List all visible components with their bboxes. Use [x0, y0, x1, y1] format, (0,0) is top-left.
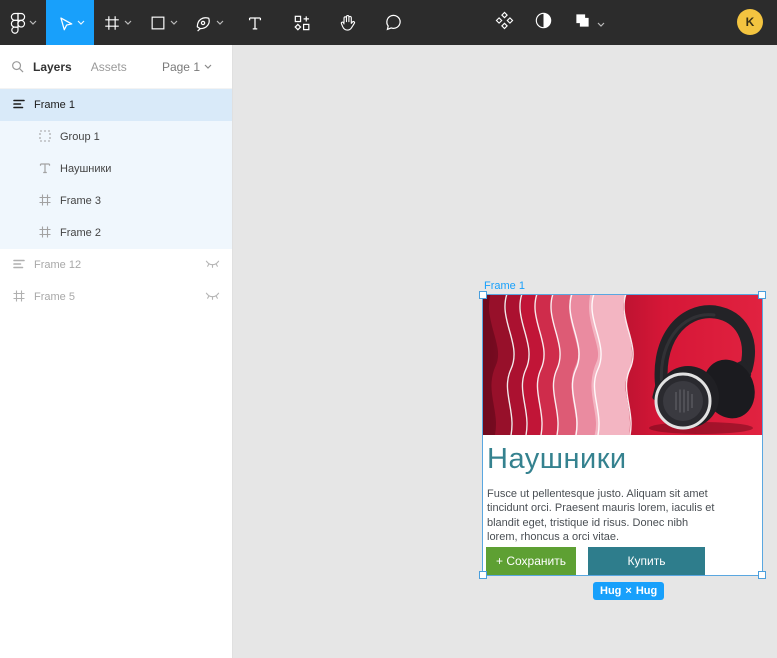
layer-row-frame-1[interactable]: Frame 1 — [0, 89, 232, 121]
layer-name: Frame 3 — [60, 195, 101, 207]
pen-tool-button[interactable] — [186, 0, 232, 45]
layer-name: Frame 2 — [60, 227, 101, 239]
letter-T-icon — [246, 14, 264, 32]
chevron-down-icon — [77, 20, 85, 25]
frame-name-label[interactable]: Frame 1 — [484, 280, 525, 292]
page-selector[interactable]: Page 1 — [162, 60, 212, 74]
frame-layer-icon — [38, 193, 52, 210]
layer-row-frame-12[interactable]: Frame 12 — [0, 249, 232, 281]
speech-bubble-icon — [384, 13, 403, 32]
layer-row-frame-5[interactable]: Frame 5 — [0, 281, 232, 313]
save-button[interactable]: + Сохранить — [486, 547, 576, 575]
frame-layer-icon — [38, 225, 52, 242]
text-layer-icon — [38, 161, 52, 178]
group-icon — [38, 129, 52, 146]
layer-row-group-1[interactable]: Group 1 — [0, 121, 232, 153]
chevron-down-icon — [124, 20, 132, 25]
tab-assets[interactable]: Assets — [91, 60, 127, 74]
card-image[interactable] — [483, 295, 762, 435]
create-component-button[interactable] — [494, 10, 515, 36]
selection-actions — [494, 0, 605, 45]
text-tool-button[interactable] — [232, 0, 278, 45]
layer-row-frame-3[interactable]: Frame 3 — [0, 185, 232, 217]
chevron-down-icon — [170, 20, 178, 25]
panel-header: Layers Assets Page 1 — [0, 45, 232, 89]
size-separator: × — [625, 585, 631, 597]
layer-list: Frame 1 Group 1 Наушники — [0, 89, 232, 313]
layers-panel: Layers Assets Page 1 Frame 1 Group 1 — [0, 45, 233, 658]
page-selector-label: Page 1 — [162, 60, 200, 74]
overlapping-squares-icon — [572, 10, 593, 36]
chevron-down-icon — [204, 64, 212, 69]
selection-handle-bottom-left[interactable] — [479, 571, 487, 579]
tab-layers[interactable]: Layers — [33, 60, 72, 74]
shape-tool-button[interactable] — [140, 0, 186, 45]
card-body-text[interactable]: Fusce ut pellentesque justo. Aliquam sit… — [487, 487, 721, 544]
hug-height-label: Hug — [636, 585, 657, 597]
chevron-down-icon — [216, 20, 224, 25]
rectangle-icon — [149, 14, 167, 32]
boolean-groups-button[interactable] — [572, 10, 605, 36]
auto-layout-frame-icon — [12, 257, 26, 274]
design-canvas[interactable]: Frame 1 — [233, 45, 777, 658]
use-as-mask-button[interactable] — [533, 10, 554, 36]
main-menu-button[interactable] — [0, 0, 46, 45]
frame-hash-icon — [103, 14, 121, 32]
four-diamonds-icon — [494, 10, 515, 36]
shapes-plus-icon — [292, 13, 311, 32]
hand-icon — [338, 13, 357, 32]
selection-handle-top-left[interactable] — [479, 291, 487, 299]
layer-row-text-naushniki[interactable]: Наушники — [0, 153, 232, 185]
move-tool-button[interactable] — [46, 0, 94, 45]
layer-row-frame-2[interactable]: Frame 2 — [0, 217, 232, 249]
hug-size-badge[interactable]: Hug × Hug — [593, 582, 664, 600]
frame-layer-icon — [12, 289, 26, 306]
hand-tool-button[interactable] — [324, 0, 370, 45]
card-buttons: + Сохранить Купить — [486, 547, 705, 575]
user-avatar[interactable]: K — [737, 9, 763, 35]
layer-name: Group 1 — [60, 131, 100, 143]
layer-name: Frame 5 — [34, 291, 75, 303]
selection-handle-top-right[interactable] — [758, 291, 766, 299]
half-moon-icon — [533, 10, 554, 36]
cursor-arrow-icon — [56, 14, 74, 32]
layer-name: Наушники — [60, 163, 111, 175]
hidden-eye-icon[interactable] — [205, 258, 220, 272]
card-title[interactable]: Наушники — [487, 443, 627, 476]
figma-logo-icon — [10, 12, 26, 34]
buy-button[interactable]: Купить — [588, 547, 705, 575]
headphones-banner-graphic — [483, 295, 762, 435]
auto-layout-frame-icon — [12, 97, 26, 114]
selected-frame-card[interactable]: Наушники Fusce ut pellentesque justo. Al… — [483, 295, 762, 575]
layer-name: Frame 1 — [34, 99, 75, 111]
layer-name: Frame 12 — [34, 259, 81, 271]
resources-tool-button[interactable] — [278, 0, 324, 45]
chevron-down-icon — [29, 20, 37, 25]
search-icon[interactable] — [11, 60, 24, 76]
hug-width-label: Hug — [600, 585, 621, 597]
comment-tool-button[interactable] — [370, 0, 416, 45]
frame-tool-button[interactable] — [94, 0, 140, 45]
chevron-down-icon — [597, 14, 605, 32]
pen-nib-icon — [194, 13, 213, 32]
hidden-eye-icon[interactable] — [205, 290, 220, 304]
selection-handle-bottom-right[interactable] — [758, 571, 766, 579]
top-toolbar: K — [0, 0, 777, 45]
